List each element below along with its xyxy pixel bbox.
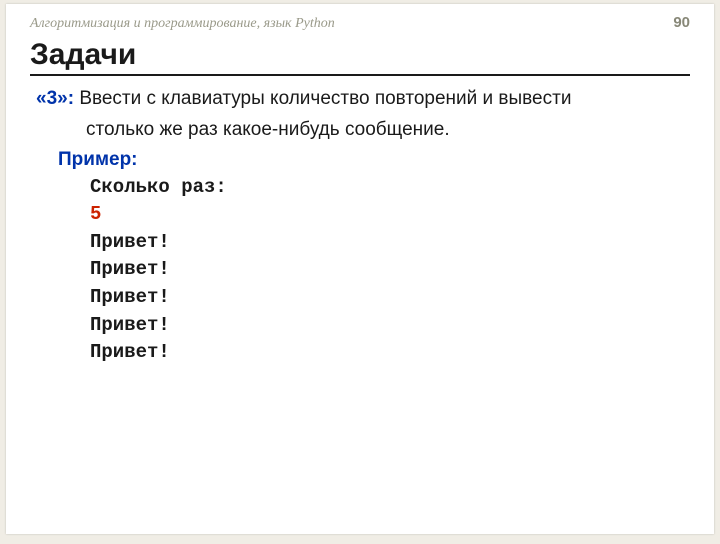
slide-title: Задачи: [30, 38, 690, 76]
output-line: Привет!: [90, 312, 690, 340]
prompt-line: Сколько раз:: [90, 174, 690, 202]
output-line: Привет!: [90, 229, 690, 257]
task-text-1: Ввести с клавиатуры количество повторени…: [79, 88, 571, 109]
subject-label: Алгоритмизация и программирование, язык …: [30, 16, 335, 32]
output-line: Привет!: [90, 256, 690, 284]
task-text-2: столько же раз какое-нибудь сообщение.: [36, 117, 690, 144]
example-label: Пример:: [36, 147, 690, 174]
slide: Алгоритмизация и программирование, язык …: [6, 4, 714, 534]
example-output: Сколько раз: 5 Привет! Привет! Привет! П…: [36, 174, 690, 367]
output-line: Привет!: [90, 284, 690, 312]
slide-header: Алгоритмизация и программирование, язык …: [30, 14, 690, 38]
slide-content: «3»: Ввести с клавиатуры количество повт…: [30, 86, 690, 367]
task-marker: «3»:: [36, 88, 74, 109]
input-value: 5: [90, 201, 690, 229]
task-description: «3»: Ввести с клавиатуры количество повт…: [36, 86, 690, 113]
page-number: 90: [673, 14, 690, 31]
output-line: Привет!: [90, 339, 690, 367]
